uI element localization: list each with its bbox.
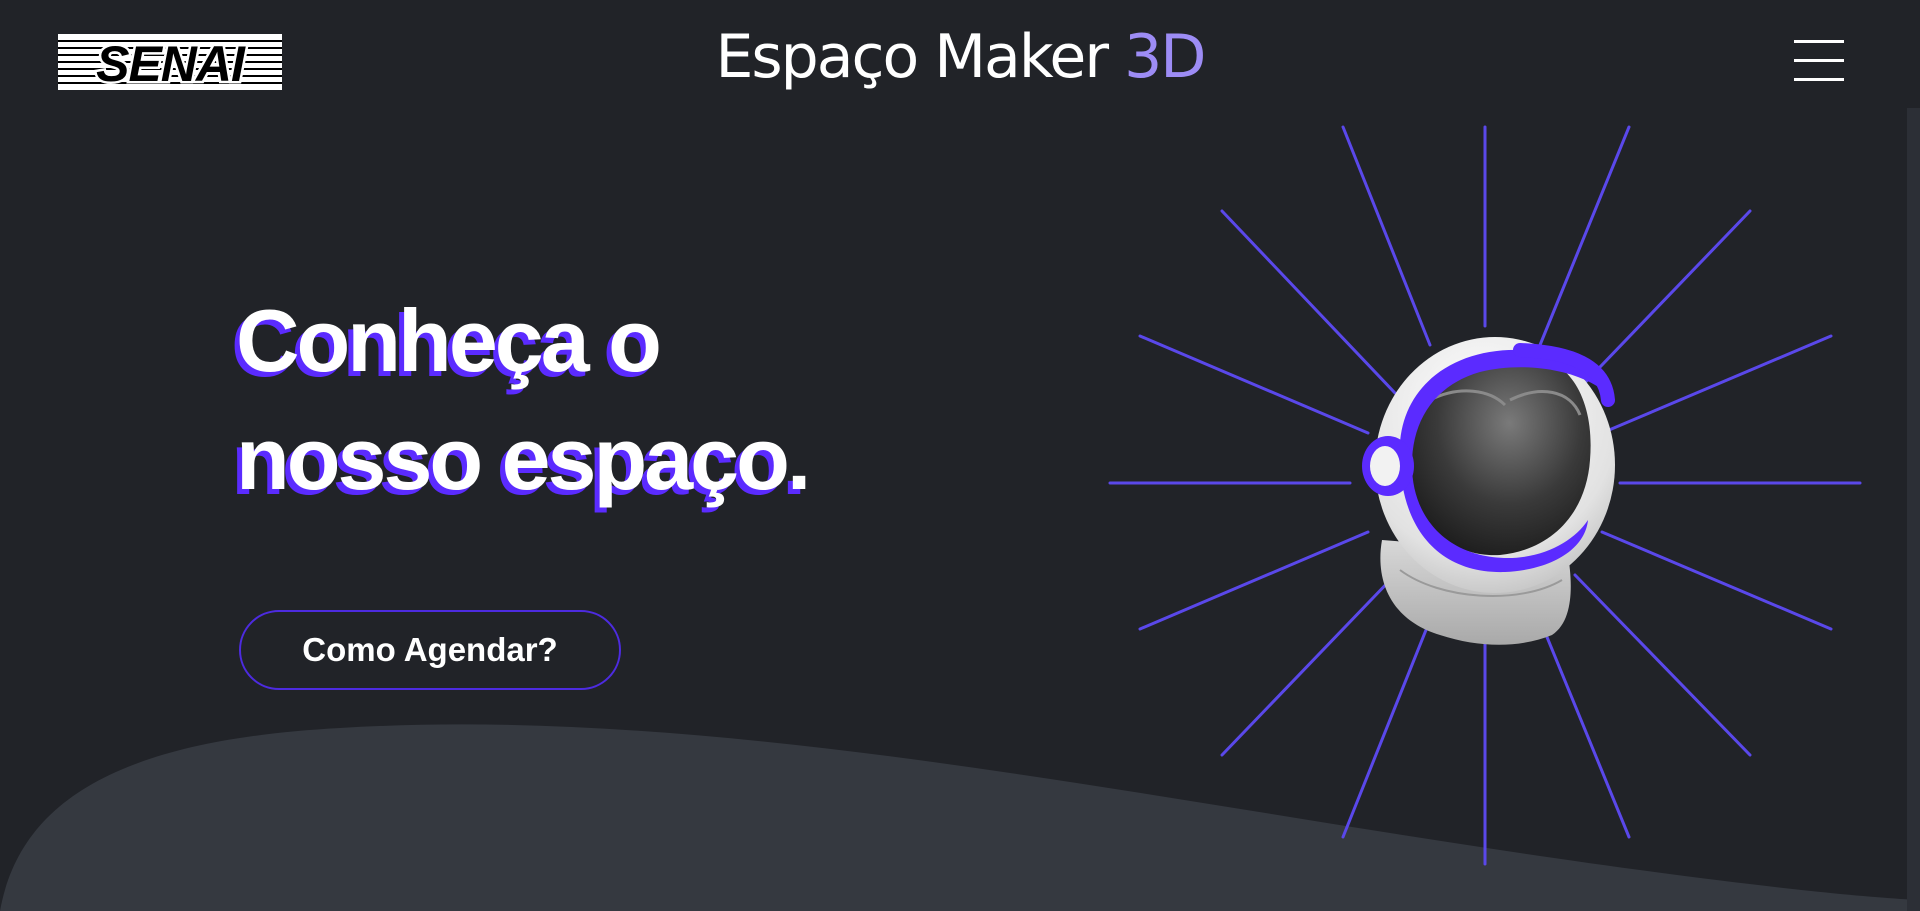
como-agendar-button[interactable]: Como Agendar? xyxy=(239,610,621,690)
scrollbar[interactable] xyxy=(1907,108,1920,911)
menu-bar-bottom xyxy=(1794,78,1844,81)
hero-title-line-1: Conheça o xyxy=(236,291,662,390)
astronaut-helmet-illustration xyxy=(1108,125,1862,866)
site-title-accent: 3D xyxy=(1124,22,1206,92)
site-title: Espaço Maker 3D xyxy=(0,22,1920,92)
page: SENAI Espaço Maker 3D Conheça o nosso es… xyxy=(0,0,1920,911)
menu-bar-middle xyxy=(1794,59,1844,62)
menu-bar-top xyxy=(1794,40,1844,43)
site-header: SENAI Espaço Maker 3D xyxy=(0,0,1920,124)
hero-title-line-2: nosso espaço. xyxy=(236,409,811,508)
hamburger-menu-icon[interactable] xyxy=(1794,40,1844,82)
hero-title: Conheça o nosso espaço. xyxy=(236,282,811,518)
site-title-main: Espaço Maker xyxy=(715,22,1110,92)
